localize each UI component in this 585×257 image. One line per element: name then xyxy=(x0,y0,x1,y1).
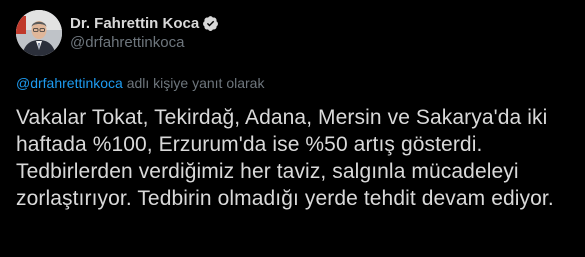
author-handle[interactable]: @drfahrettinkoca xyxy=(70,33,219,52)
author-display-name[interactable]: Dr. Fahrettin Koca xyxy=(70,14,199,33)
avatar-image xyxy=(16,10,62,56)
author-identity: Dr. Fahrettin Koca @drfahrettinkoca xyxy=(70,14,219,52)
verified-badge-icon xyxy=(202,15,219,32)
reply-context: @drfahrettinkoca adlı kişiye yanıt olara… xyxy=(16,74,569,92)
reply-mention-link[interactable]: @drfahrettinkoca xyxy=(16,75,123,91)
tweet-text: Vakalar Tokat, Tekirdağ, Adana, Mersin v… xyxy=(16,106,554,210)
tweet: Dr. Fahrettin Koca @drfahrettinkoca @drf… xyxy=(0,0,585,257)
reply-context-label: adlı kişiye yanıt olarak xyxy=(122,75,265,91)
avatar[interactable] xyxy=(16,10,62,56)
author-name-row[interactable]: Dr. Fahrettin Koca xyxy=(70,14,219,33)
tweet-header: Dr. Fahrettin Koca @drfahrettinkoca xyxy=(16,8,569,58)
